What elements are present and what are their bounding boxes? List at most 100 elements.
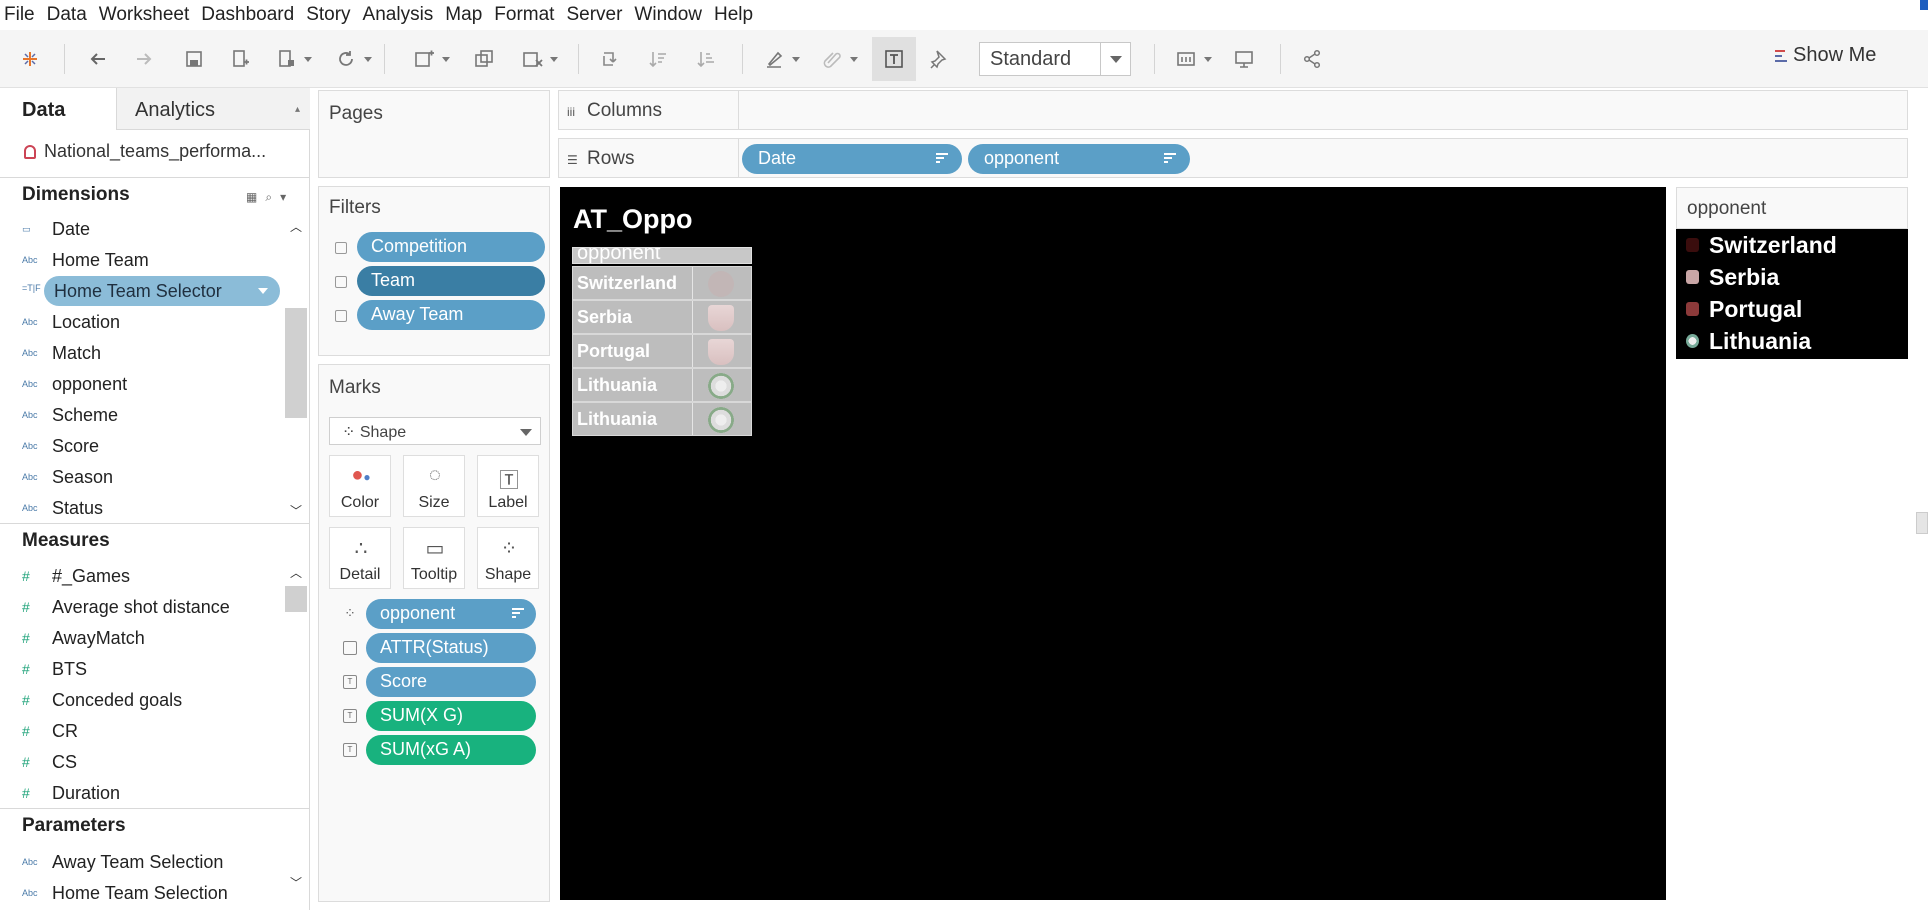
menu-story[interactable]: Story bbox=[300, 0, 356, 30]
viz-row[interactable]: Portugal bbox=[572, 334, 752, 368]
scroll-down-icon[interactable]: ﹀ bbox=[289, 876, 303, 890]
filter-away-team[interactable]: Away Team bbox=[357, 300, 545, 330]
legend-item[interactable]: Portugal bbox=[1686, 293, 1802, 325]
side-panel-handle[interactable] bbox=[1916, 512, 1928, 534]
group-members-icon[interactable] bbox=[818, 45, 858, 73]
menu-data[interactable]: Data bbox=[41, 0, 93, 30]
field-scheme[interactable]: Abc Scheme bbox=[22, 401, 118, 429]
menu-dashboard[interactable]: Dashboard bbox=[195, 0, 300, 30]
legend-item[interactable]: Switzerland bbox=[1686, 229, 1837, 261]
chevron-down-icon[interactable] bbox=[1100, 43, 1130, 75]
show-mark-labels-icon[interactable] bbox=[872, 37, 916, 81]
pages-card[interactable]: Pages bbox=[318, 90, 550, 178]
show-me-button[interactable]: Show Me bbox=[1775, 44, 1876, 67]
menu-analysis[interactable]: Analysis bbox=[357, 0, 440, 30]
redo-icon[interactable] bbox=[130, 45, 158, 73]
viz-row[interactable]: Switzerland bbox=[572, 266, 752, 300]
marks-tooltip-button[interactable]: ▭ Tooltip bbox=[403, 527, 465, 589]
menu-help[interactable]: Help bbox=[708, 0, 759, 30]
refresh-icon[interactable] bbox=[332, 45, 372, 73]
viz-row[interactable]: Serbia bbox=[572, 300, 752, 334]
scrollbar-thumb[interactable] bbox=[285, 308, 307, 418]
field-home-team[interactable]: Abc Home Team bbox=[22, 246, 149, 274]
menu-format[interactable]: Format bbox=[488, 0, 560, 30]
new-datasource-icon[interactable] bbox=[226, 45, 254, 73]
share-icon[interactable] bbox=[1298, 45, 1326, 73]
rows-shelf[interactable]: ☰ Rows Date opponent bbox=[558, 138, 1908, 178]
viz-canvas[interactable]: AT_Oppo opponent Switzerland Serbia Port… bbox=[560, 187, 1666, 900]
undo-icon[interactable] bbox=[84, 45, 112, 73]
presentation-mode-icon[interactable] bbox=[1230, 45, 1258, 73]
marks-field-attr-status[interactable]: ATTR(Status) bbox=[366, 633, 536, 663]
filter-team[interactable]: Team bbox=[357, 266, 545, 296]
marks-field-sum-xg[interactable]: SUM(X G) bbox=[366, 701, 536, 731]
show-cards-icon[interactable] bbox=[1172, 45, 1212, 73]
field-cs[interactable]: # CS bbox=[22, 748, 77, 776]
marks-shape-button[interactable]: ⁘ Shape bbox=[477, 527, 539, 589]
highlight-icon[interactable] bbox=[760, 45, 800, 73]
marks-size-button[interactable]: ◌ Size bbox=[403, 455, 465, 517]
filters-card[interactable]: Filters Competition Team Away Team bbox=[318, 186, 550, 356]
field-score[interactable]: Abc Score bbox=[22, 432, 99, 460]
sort-ascending-icon[interactable] bbox=[644, 45, 672, 73]
menu-worksheet[interactable]: Worksheet bbox=[93, 0, 195, 30]
scroll-up-icon[interactable]: ︿ bbox=[289, 566, 303, 580]
save-icon[interactable] bbox=[180, 45, 208, 73]
field-status[interactable]: Abc Status bbox=[22, 494, 103, 522]
dimensions-menu-icon[interactable]: ▾ bbox=[280, 190, 286, 205]
new-worksheet-icon[interactable] bbox=[410, 45, 450, 73]
field-games[interactable]: # #_Games bbox=[22, 562, 130, 590]
field-away-team-selection[interactable]: Abc Away Team Selection bbox=[22, 848, 223, 876]
marks-color-button[interactable]: ●● Color bbox=[329, 455, 391, 517]
field-awaymatch[interactable]: # AwayMatch bbox=[22, 624, 145, 652]
pane-menu-icon[interactable]: ▴ bbox=[295, 104, 300, 115]
scrollbar-thumb[interactable] bbox=[285, 586, 307, 612]
duplicate-sheet-icon[interactable] bbox=[470, 45, 498, 73]
viz-row[interactable]: Lithuania bbox=[572, 402, 752, 436]
clear-sheet-icon[interactable] bbox=[518, 45, 558, 73]
legend-item[interactable]: Lithuania bbox=[1686, 325, 1811, 357]
rows-pill-date[interactable]: Date bbox=[742, 144, 962, 174]
field-season[interactable]: Abc Season bbox=[22, 463, 113, 491]
sort-descending-icon[interactable] bbox=[692, 45, 720, 73]
marks-detail-button[interactable]: ∴ Detail bbox=[329, 527, 391, 589]
marks-label-button[interactable]: 🅃 Label bbox=[477, 455, 539, 517]
tab-data[interactable]: Data bbox=[0, 88, 116, 130]
field-cr[interactable]: # CR bbox=[22, 717, 78, 745]
field-date[interactable]: ▭ Date bbox=[22, 215, 90, 243]
datasource-item[interactable]: National_teams_performa... bbox=[24, 141, 266, 162]
marks-field-score[interactable]: Score bbox=[366, 667, 536, 697]
legend-title[interactable]: opponent bbox=[1676, 187, 1908, 229]
tab-analytics[interactable]: Analytics ▴ bbox=[116, 88, 310, 130]
field-conceded-goals[interactable]: # Conceded goals bbox=[22, 686, 182, 714]
columns-shelf[interactable]: iii Columns bbox=[558, 90, 1908, 130]
menu-map[interactable]: Map bbox=[439, 0, 488, 30]
pause-updates-icon[interactable] bbox=[272, 45, 312, 73]
scroll-down-icon[interactable]: ﹀ bbox=[289, 504, 303, 518]
scroll-up-icon[interactable]: ︿ bbox=[289, 220, 303, 234]
menu-server[interactable]: Server bbox=[560, 0, 628, 30]
rows-pill-opponent[interactable]: opponent bbox=[968, 144, 1190, 174]
field-duration[interactable]: # Duration bbox=[22, 779, 120, 807]
field-home-team-selection[interactable]: Abc Home Team Selection bbox=[22, 879, 228, 907]
measures-scrollbar[interactable]: ︿ ﹀ bbox=[284, 564, 308, 894]
viz-row[interactable]: Lithuania bbox=[572, 368, 752, 402]
menu-file[interactable]: File bbox=[0, 0, 41, 30]
menu-window[interactable]: Window bbox=[628, 0, 708, 30]
search-icon[interactable]: ⌕ bbox=[265, 190, 272, 205]
field-home-team-selector[interactable]: Home Team Selector bbox=[44, 276, 280, 306]
field-average-shot-distance[interactable]: # Average shot distance bbox=[22, 593, 230, 621]
field-opponent[interactable]: Abc opponent bbox=[22, 370, 127, 398]
swap-rows-columns-icon[interactable] bbox=[596, 45, 624, 73]
filter-competition[interactable]: Competition bbox=[357, 232, 545, 262]
fix-axes-icon[interactable] bbox=[926, 45, 954, 73]
mark-type-select[interactable]: ⁘ Shape bbox=[329, 417, 541, 445]
tableau-logo-icon[interactable] bbox=[16, 45, 44, 73]
view-size-select[interactable]: Standard bbox=[979, 42, 1131, 76]
marks-field-sum-xga[interactable]: SUM(xG A) bbox=[366, 735, 536, 765]
dimensions-scrollbar[interactable]: ︿ ﹀ bbox=[284, 218, 308, 523]
view-as-list-icon[interactable]: ▦ bbox=[246, 190, 257, 205]
marks-field-opponent[interactable]: opponent bbox=[366, 599, 536, 629]
field-location[interactable]: Abc Location bbox=[22, 308, 120, 336]
legend-item[interactable]: Serbia bbox=[1686, 261, 1779, 293]
